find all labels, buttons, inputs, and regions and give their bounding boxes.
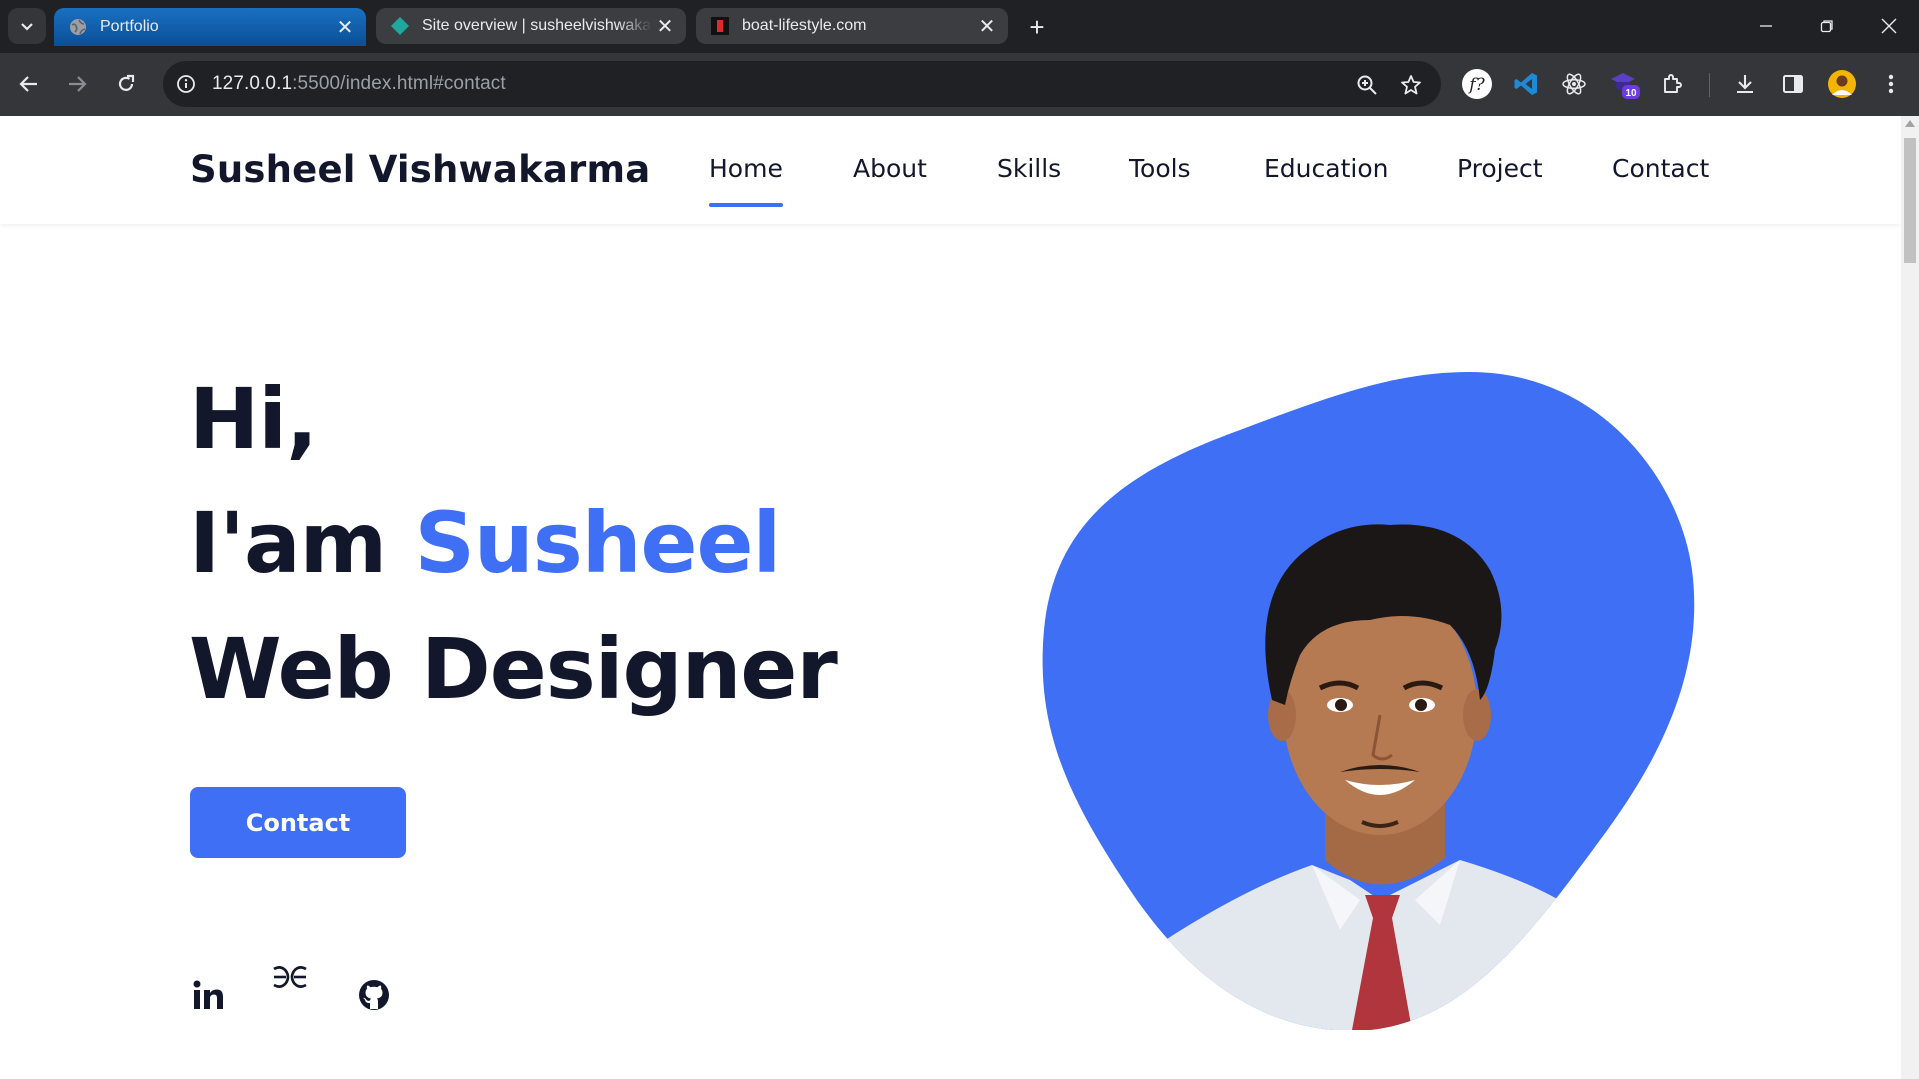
nav-home[interactable]: Home bbox=[709, 154, 783, 207]
browser-tab-bar: Portfolio ✕ Site overview | susheelvishw… bbox=[0, 0, 1919, 53]
nav-about[interactable]: About bbox=[853, 154, 927, 183]
site-header: Susheel Vishwakarma Home About Skills To… bbox=[0, 116, 1901, 224]
url-host: 127.0.0.1 bbox=[212, 73, 293, 94]
github-icon[interactable] bbox=[354, 975, 394, 1015]
page-viewport: Susheel Vishwakarma Home About Skills To… bbox=[0, 116, 1901, 1079]
arrow-right-icon bbox=[69, 76, 87, 92]
close-icon bbox=[1881, 18, 1897, 34]
address-bar[interactable]: 127.0.0.1:5500/index.html#contact bbox=[163, 61, 1441, 107]
tab-title: Portfolio bbox=[100, 18, 159, 35]
tab-title: boat-lifestyle.com bbox=[742, 17, 867, 34]
profile-avatar-icon[interactable] bbox=[1825, 67, 1859, 101]
tab-portfolio[interactable]: Portfolio ✕ bbox=[54, 8, 366, 46]
globe-icon bbox=[68, 17, 88, 37]
tab-title: Site overview | susheelvishwakarma bbox=[422, 17, 652, 34]
site-brand[interactable]: Susheel Vishwakarma bbox=[190, 148, 650, 191]
extensions-puzzle-icon[interactable] bbox=[1656, 67, 1690, 101]
geeksforgeeks-icon[interactable] bbox=[270, 958, 310, 998]
tab-search-button[interactable] bbox=[8, 8, 46, 44]
svg-text:f?: f? bbox=[1467, 75, 1485, 95]
new-tab-button[interactable]: + bbox=[1022, 12, 1052, 42]
netlify-diamond-icon bbox=[390, 16, 410, 36]
chevron-down-icon bbox=[21, 23, 33, 31]
close-window-button[interactable] bbox=[1866, 8, 1912, 44]
reload-button[interactable] bbox=[109, 67, 143, 101]
zoom-icon[interactable] bbox=[1353, 71, 1381, 99]
linkedin-icon[interactable] bbox=[188, 975, 228, 1015]
fontanello-extension-icon[interactable]: f? bbox=[1460, 67, 1494, 101]
page-scrollbar[interactable] bbox=[1901, 116, 1919, 1079]
bookmark-star-icon[interactable] bbox=[1397, 71, 1425, 99]
close-icon[interactable]: ✕ bbox=[652, 13, 678, 39]
forward-button[interactable] bbox=[60, 67, 94, 101]
react-devtools-icon[interactable] bbox=[1557, 67, 1591, 101]
hero-role: Web Designer bbox=[189, 620, 838, 718]
browser-toolbar: 127.0.0.1:5500/index.html#contact f? 10 bbox=[0, 53, 1919, 116]
profile-photo bbox=[1040, 370, 1715, 1031]
close-icon[interactable]: ✕ bbox=[332, 14, 358, 40]
hero-intro: I'am Susheel bbox=[189, 494, 781, 592]
url-path: :5500/index.html#contact bbox=[292, 73, 506, 94]
minimize-icon bbox=[1760, 25, 1772, 27]
contact-button[interactable]: Contact bbox=[190, 787, 406, 858]
back-button[interactable] bbox=[12, 67, 46, 101]
hero-intro-prefix: I'am bbox=[189, 494, 415, 592]
scroll-up-arrow-icon[interactable] bbox=[1905, 120, 1915, 127]
url-text[interactable]: 127.0.0.1:5500/index.html#contact bbox=[212, 73, 506, 95]
menu-kebab-icon[interactable] bbox=[1874, 67, 1908, 101]
nav-education[interactable]: Education bbox=[1264, 154, 1388, 183]
close-icon[interactable]: ✕ bbox=[974, 13, 1000, 39]
nav-tools[interactable]: Tools bbox=[1129, 154, 1191, 183]
hero-name: Susheel bbox=[414, 494, 781, 592]
arrow-left-icon bbox=[19, 76, 37, 92]
extension-badge-icon[interactable]: 10 bbox=[1607, 67, 1641, 101]
vscode-extension-icon[interactable] bbox=[1509, 67, 1543, 101]
toolbar-divider bbox=[1709, 73, 1710, 97]
tab-boat-lifestyle[interactable]: boat-lifestyle.com ✕ bbox=[696, 8, 1008, 44]
nav-project[interactable]: Project bbox=[1457, 154, 1543, 183]
tab-site-overview[interactable]: Site overview | susheelvishwakarma ✕ bbox=[376, 8, 686, 44]
side-panel-icon[interactable] bbox=[1776, 67, 1810, 101]
nav-contact[interactable]: Contact bbox=[1612, 154, 1709, 183]
hero-greeting: Hi, bbox=[189, 370, 318, 468]
restore-button[interactable] bbox=[1804, 8, 1850, 44]
minimize-button[interactable] bbox=[1743, 8, 1789, 44]
reload-icon bbox=[118, 74, 135, 91]
scrollbar-thumb[interactable] bbox=[1904, 138, 1916, 263]
site-info-icon[interactable] bbox=[173, 71, 199, 97]
boat-logo-icon bbox=[710, 16, 730, 36]
downloads-icon[interactable] bbox=[1728, 67, 1762, 101]
nav-skills[interactable]: Skills bbox=[997, 154, 1061, 183]
extension-badge-count: 10 bbox=[1625, 88, 1637, 99]
restore-icon bbox=[1820, 20, 1833, 33]
